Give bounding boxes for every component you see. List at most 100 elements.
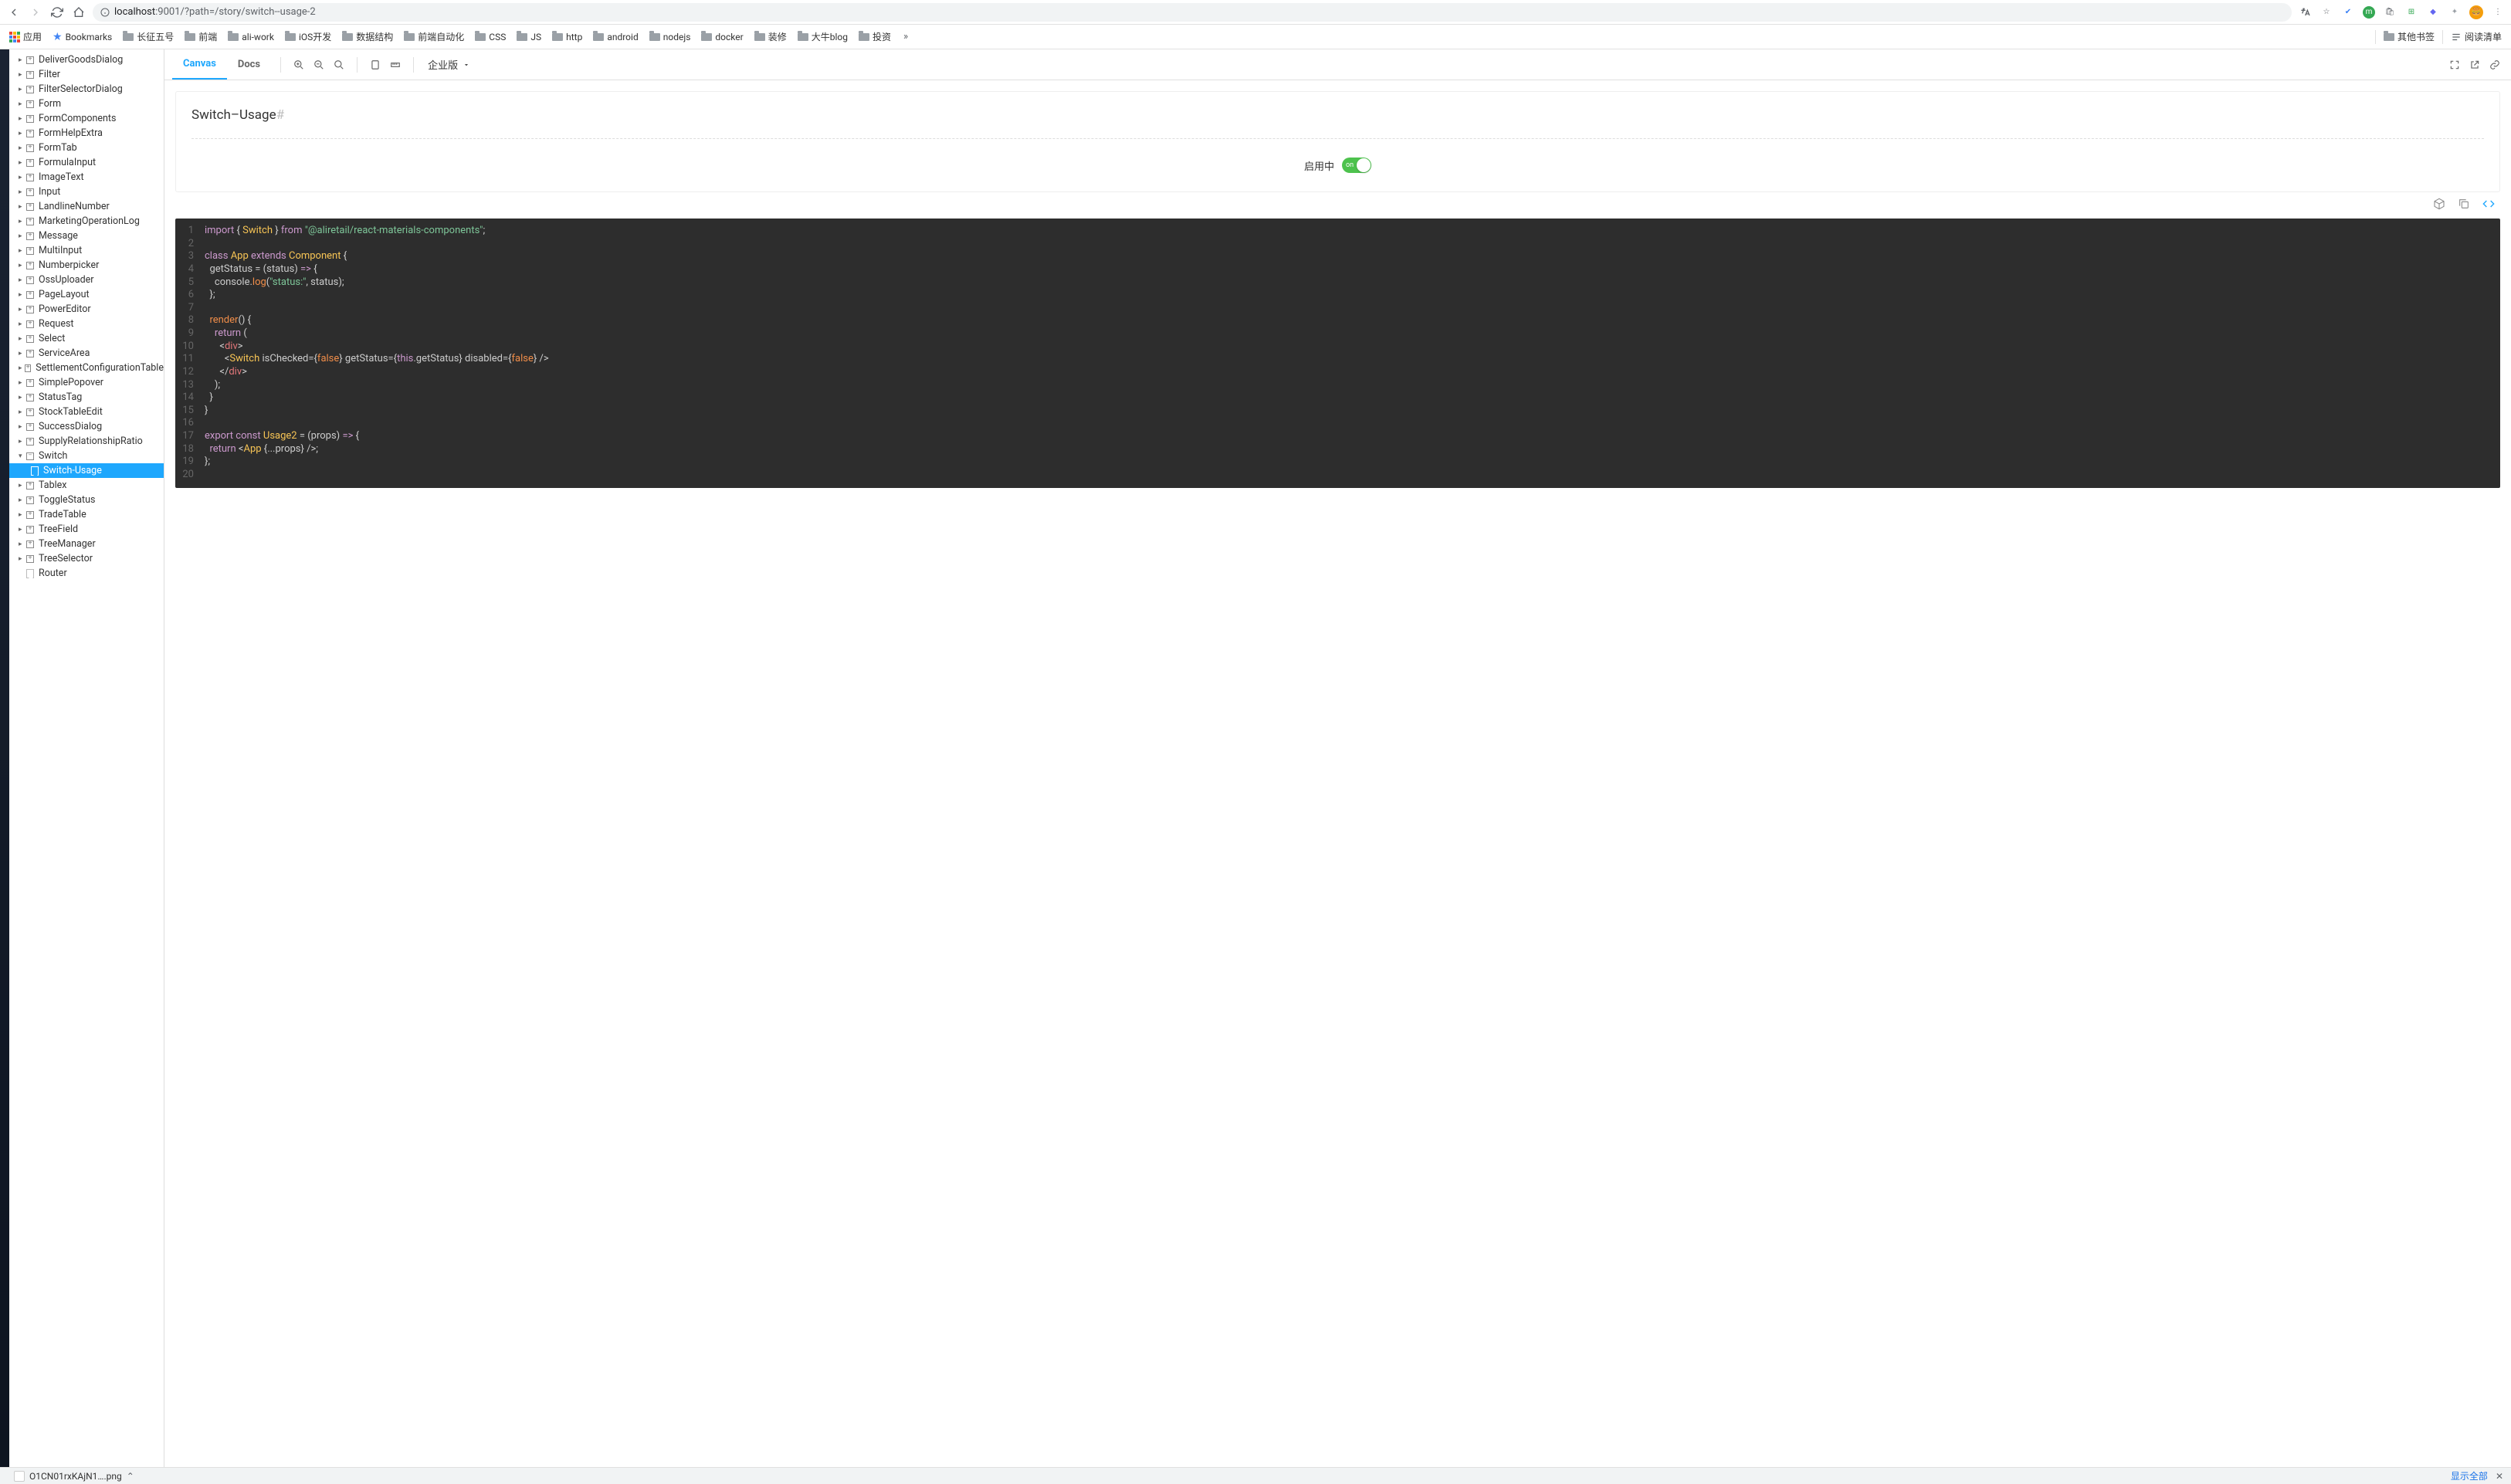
tree-item[interactable]: +MultiInput xyxy=(9,243,164,258)
version-dropdown[interactable]: 企业版 xyxy=(423,57,475,72)
bookmark-folder[interactable]: http xyxy=(549,27,585,46)
bookmarks-overflow-icon[interactable]: » xyxy=(899,31,913,42)
switch-toggle[interactable]: on xyxy=(1342,158,1371,173)
url-bar[interactable]: localhost:9001/?path=/story/switch--usag… xyxy=(93,3,2292,22)
bookmark-folder[interactable]: 装修 xyxy=(751,27,790,46)
minus-icon: − xyxy=(26,452,34,460)
tree-item[interactable]: +SimplePopover xyxy=(9,375,164,390)
nav-back-icon[interactable] xyxy=(6,5,22,20)
bookmark-folder[interactable]: 投资 xyxy=(856,27,894,46)
tree-item[interactable]: +SettlementConfigurationTable xyxy=(9,361,164,375)
copy-icon[interactable] xyxy=(2457,197,2471,211)
other-bookmarks[interactable]: 其他书签 xyxy=(2381,27,2438,46)
nav-forward-icon[interactable] xyxy=(28,5,43,20)
close-icon[interactable]: ✕ xyxy=(2496,1471,2503,1482)
tree-item[interactable]: +ServiceArea xyxy=(9,346,164,361)
tree-item[interactable]: +FormulaInput xyxy=(9,155,164,170)
bookmark-folder[interactable]: 长征五号 xyxy=(120,27,177,46)
measure-icon[interactable] xyxy=(387,56,404,73)
tab-canvas[interactable]: Canvas xyxy=(172,49,227,80)
tree-item[interactable]: +Filter xyxy=(9,67,164,82)
folder-icon xyxy=(2384,33,2394,41)
tree-item[interactable]: +TreeSelector xyxy=(9,551,164,566)
tree-item[interactable]: +ToggleStatus xyxy=(9,493,164,507)
zoom-out-icon[interactable] xyxy=(310,56,327,73)
bookmark-folder[interactable]: ali-work xyxy=(225,27,277,46)
chevron-up-icon[interactable]: ⌃ xyxy=(127,1471,134,1482)
anchor-hash[interactable]: # xyxy=(276,107,284,123)
tree-item[interactable]: +Message xyxy=(9,229,164,243)
zoom-reset-icon[interactable] xyxy=(330,56,347,73)
tree-item[interactable]: Router xyxy=(9,566,164,581)
code-toggle-icon[interactable] xyxy=(2482,197,2496,211)
tree-item[interactable]: +OssUploader xyxy=(9,273,164,287)
tree-item[interactable]: +FormTab xyxy=(9,141,164,155)
download-item[interactable]: O1CN01rxKAjN1….png ⌃ xyxy=(8,1469,141,1483)
menu-icon[interactable]: ⋮ xyxy=(2491,5,2505,19)
nav-reload-icon[interactable] xyxy=(49,5,65,20)
tree-item[interactable]: +Form xyxy=(9,97,164,111)
tree-item[interactable]: +Request xyxy=(9,317,164,331)
avatar-icon[interactable]: 🍔 xyxy=(2469,5,2483,19)
bookmarks-link[interactable]: ★Bookmarks xyxy=(49,28,115,46)
tree-item[interactable]: +PowerEditor xyxy=(9,302,164,317)
tree-item[interactable]: +FormHelpExtra xyxy=(9,126,164,141)
sidebar[interactable]: +DeliverGoodsDialog+Filter+FilterSelecto… xyxy=(9,49,164,1467)
open-new-tab-icon[interactable] xyxy=(2466,56,2483,73)
tree-item[interactable]: +FormComponents xyxy=(9,111,164,126)
tree-item[interactable]: +FilterSelectorDialog xyxy=(9,82,164,97)
ext-icon-1[interactable]: ✔ xyxy=(2341,5,2355,19)
extensions-icon[interactable]: ✦ xyxy=(2448,5,2462,19)
tree-item[interactable]: +SuccessDialog xyxy=(9,419,164,434)
tree-item[interactable]: +ImageText xyxy=(9,170,164,185)
tree-item[interactable]: +StockTableEdit xyxy=(9,405,164,419)
bookmark-folder[interactable]: 前端 xyxy=(181,27,220,46)
ext-icon-2[interactable]: m xyxy=(2363,6,2375,19)
bookmark-folder[interactable]: 大牛blog xyxy=(795,27,851,46)
tree-item[interactable]: +TreeField xyxy=(9,522,164,537)
tree-item-label: LandlineNumber xyxy=(39,201,110,212)
copy-link-icon[interactable] xyxy=(2486,56,2503,73)
tree-item[interactable]: +TradeTable xyxy=(9,507,164,522)
apps-button[interactable]: 应用 xyxy=(6,27,45,46)
tree-item[interactable]: +SupplyRelationshipRatio xyxy=(9,434,164,449)
folder-icon xyxy=(754,33,765,41)
tree-item[interactable]: +DeliverGoodsDialog xyxy=(9,53,164,67)
tree-item[interactable]: +Select xyxy=(9,331,164,346)
reading-list[interactable]: 阅读清单 xyxy=(2448,27,2505,46)
star-icon: ★ xyxy=(53,31,63,43)
bookmark-folder[interactable]: CSS xyxy=(472,27,509,46)
bookmark-folder[interactable]: JS xyxy=(513,27,544,46)
bookmark-folder[interactable]: 数据结构 xyxy=(339,27,396,46)
bookmark-folder[interactable]: 前端自动化 xyxy=(401,27,467,46)
ext-icon-4[interactable]: ⊞ xyxy=(2404,5,2418,19)
separator xyxy=(280,57,281,73)
tab-docs[interactable]: Docs xyxy=(227,49,271,80)
tree-item-child[interactable]: Switch-Usage xyxy=(9,463,164,478)
ext-icon-5[interactable]: ◆ xyxy=(2426,5,2440,19)
tree-item[interactable]: +MarketingOperationLog xyxy=(9,214,164,229)
tree-item[interactable]: +TreeManager xyxy=(9,537,164,551)
tree-item[interactable]: +PageLayout xyxy=(9,287,164,302)
tree-item[interactable]: +Numberpicker xyxy=(9,258,164,273)
fullscreen-icon[interactable] xyxy=(2446,56,2463,73)
viewport-icon[interactable] xyxy=(367,56,384,73)
show-all-downloads[interactable]: 显示全部 xyxy=(2451,1469,2488,1482)
bookmark-folder[interactable]: android xyxy=(590,27,641,46)
tree-item[interactable]: +Tablex xyxy=(9,478,164,493)
bookmark-star-icon[interactable]: ☆ xyxy=(2320,5,2333,19)
bookmark-folder[interactable]: docker xyxy=(698,27,746,46)
bookmark-folder[interactable]: nodejs xyxy=(646,27,694,46)
switch-state-text: on xyxy=(1346,161,1354,169)
box-icon[interactable] xyxy=(2432,197,2446,211)
tree-item[interactable]: +LandlineNumber xyxy=(9,199,164,214)
ext-icon-3[interactable]: 🛍 xyxy=(2383,5,2397,19)
tree-item[interactable]: +StatusTag xyxy=(9,390,164,405)
translate-icon[interactable] xyxy=(2298,5,2312,19)
zoom-in-icon[interactable] xyxy=(290,56,307,73)
nav-home-icon[interactable] xyxy=(71,5,86,20)
tree-item[interactable]: −Switch xyxy=(9,449,164,463)
tree-item[interactable]: +Input xyxy=(9,185,164,199)
code-line: 14 } xyxy=(175,391,2500,405)
bookmark-folder[interactable]: iOS开发 xyxy=(282,27,334,46)
